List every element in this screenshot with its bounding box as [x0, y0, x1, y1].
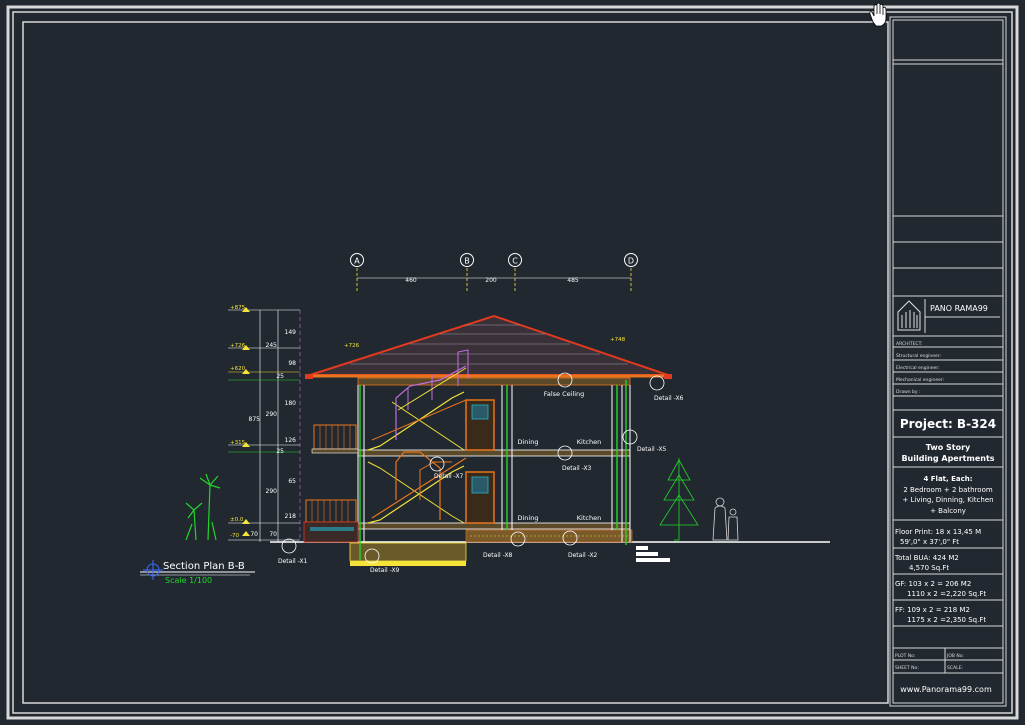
footprint-line1: Floor Print: 18 x 13,45 M [895, 528, 981, 536]
engineer-field-label: Electrical engineer: [896, 365, 940, 371]
level-label: +620 [230, 366, 246, 372]
detail-label: Detail -X1 [278, 558, 308, 565]
footprint-line2: 59',0" x 37',0" Ft [900, 538, 959, 546]
grid-dimension: 460 [405, 277, 417, 284]
website: www.Panorama99.com [900, 685, 992, 694]
engineer-field-label: Mechanical engineer: [896, 377, 944, 383]
plot-no-label: PLOT No: [895, 653, 915, 659]
vertical-dimension: 98 [288, 360, 296, 367]
detail-label: Detail -X6 [654, 395, 684, 402]
tree [659, 458, 699, 541]
level-label: ±0.0 [230, 517, 244, 523]
room-label: Dining [518, 514, 539, 522]
roof [305, 314, 672, 379]
vertical-dimension: 126 [285, 437, 297, 444]
level-label: -70 [230, 533, 239, 539]
scale-field-label: SCALE: [947, 665, 963, 671]
flats-title: 4 Flat, Each: [923, 475, 972, 483]
cad-drawing-canvas: A B C D 460 200 485+875+726+620+315±0.0-70+… [6, 2, 1019, 720]
foundation-hatch [349, 529, 633, 566]
vertical-dimension: 245 [266, 342, 278, 349]
vertical-dimension: 70 [269, 531, 277, 538]
level-label: +315 [230, 440, 246, 446]
bua-line1: Total BUA: 424 M2 [894, 554, 959, 562]
gf-line1: GF: 103 x 2 = 206 M2 [895, 580, 971, 588]
bua-line2: 4,570 Sq.Ft [909, 564, 949, 572]
detail-label: Detail -X5 [637, 446, 667, 453]
job-no-label: JOB No: [946, 653, 964, 659]
engineer-field-label: ARCHITECT: [896, 341, 922, 347]
vertical-dimension: 180 [285, 400, 297, 407]
building-type-line2: Building Apertments [901, 454, 994, 463]
detail-label: Detail -X7 [434, 473, 464, 480]
project-title: Project: B-324 [900, 417, 996, 431]
vertical-dimension: 290 [266, 411, 278, 418]
grid-label: D [628, 257, 634, 266]
flats-line2: + Living, Dinning, Kitchen [902, 496, 993, 504]
engineer-field-label: Drawn by : [896, 389, 921, 395]
room-label: False Ceiling [544, 390, 585, 398]
level-label: +726 [230, 343, 246, 349]
section-scale: Scale 1/100 [165, 576, 212, 585]
gf-line2: 1110 x 2 =2,220 Sq.Ft [907, 590, 986, 598]
title-block [889, 16, 1007, 707]
detail-label: Detail -X3 [562, 465, 592, 472]
level-label: +748 [610, 337, 626, 343]
section-title: Section Plan B-B [163, 561, 245, 572]
grid-label: C [512, 257, 518, 266]
panorama-logo-icon [897, 300, 921, 331]
vertical-dimension: 218 [285, 513, 297, 520]
building-type-line1: Two Story [926, 443, 971, 452]
grid-labels: A B C D [354, 257, 634, 266]
grid-dimension: 200 [485, 277, 497, 284]
room-label: Kitchen [577, 438, 601, 446]
palm-trees [185, 473, 221, 541]
balcony-railings [303, 424, 359, 543]
grid-axes [350, 253, 638, 292]
room-label: Kitchen [577, 514, 601, 522]
vertical-dimension: 149 [285, 329, 297, 336]
vertical-dimension: 25 [276, 448, 284, 455]
level-label: +875 [230, 305, 246, 311]
vertical-dimension: 25 [276, 373, 284, 380]
flats-line1: 2 Bedroom + 2 bathroom [903, 486, 993, 494]
title-block-text: PANO RAMA99 ARCHITECT: Structural engineer… [894, 304, 996, 694]
people-figures [712, 497, 739, 541]
vertical-dimension: 70 [250, 531, 258, 538]
grid-dimension: 485 [567, 277, 579, 284]
room-label: Dining [518, 438, 539, 446]
detail-label: Detail -X9 [370, 567, 400, 574]
vertical-dimension: 65 [288, 478, 296, 485]
level-label: +726 [344, 343, 360, 349]
vertical-dimension: 290 [266, 488, 278, 495]
ff-line2: 1175 x 2 =2,350 Sq.Ft [907, 616, 986, 624]
detail-label: Detail -X2 [568, 552, 598, 559]
exterior-steps [636, 546, 670, 562]
doors [465, 399, 495, 524]
vertical-dimension: 875 [249, 416, 261, 423]
brand-name: PANO RAMA99 [930, 304, 988, 313]
grid-label: B [464, 257, 470, 266]
ff-line1: FF: 109 x 2 = 218 M2 [895, 606, 970, 614]
engineer-field-label: Structural engineer: [896, 353, 941, 359]
grid-label: A [354, 257, 360, 266]
detail-label: Detail -X8 [483, 552, 513, 559]
flats-line3: + Balcony [930, 507, 966, 515]
sheet-no-label: SHEET No: [895, 665, 919, 671]
